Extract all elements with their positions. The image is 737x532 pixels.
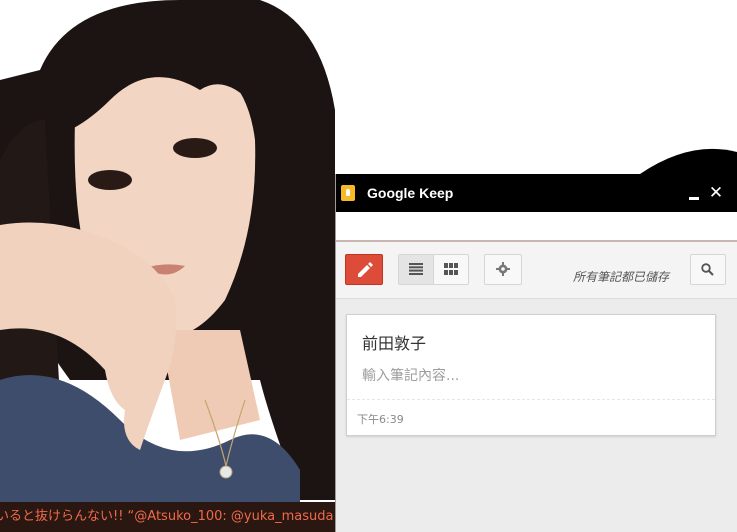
list-view-button[interactable] <box>399 255 434 284</box>
new-note-button[interactable] <box>345 254 383 285</box>
list-view-icon <box>409 263 423 275</box>
saved-status: 所有筆記都已儲存 <box>573 270 670 284</box>
header-strip <box>336 212 737 242</box>
toolbar: 所有筆記都已儲存 <box>336 242 737 299</box>
close-icon: ✕ <box>708 183 724 202</box>
grid-view-icon <box>444 263 458 275</box>
search-button[interactable] <box>690 254 726 285</box>
gear-icon <box>496 262 510 276</box>
keep-bulb-icon <box>341 185 355 201</box>
note-divider <box>347 399 715 400</box>
view-toggle <box>398 254 469 285</box>
titlebar[interactable]: Google Keep ✕ <box>336 174 737 212</box>
note-title[interactable]: 前田敦子 <box>362 330 426 354</box>
pencil-icon <box>358 262 373 277</box>
note-card[interactable]: 前田敦子 輸入筆記內容... 下午6:39 <box>346 314 716 436</box>
note-timestamp: 下午6:39 <box>357 413 404 426</box>
close-button[interactable]: ✕ <box>706 182 726 204</box>
search-icon <box>701 263 714 276</box>
keep-window: Google Keep ✕ 所有筆記都已儲存 前田敦子 輸入筆記內容... 下午… <box>335 174 737 532</box>
window-title: Google Keep <box>367 185 454 201</box>
minimize-icon <box>689 197 699 200</box>
grid-view-button[interactable] <box>434 255 468 284</box>
note-body-input[interactable]: 輸入筆記內容... <box>362 365 459 385</box>
ticker-text: いると抜けらんない!! “@Atsuko_100: @yuka_masuda 愛… <box>0 509 337 524</box>
minimize-button[interactable] <box>684 182 704 204</box>
tweet-ticker: いると抜けらんない!! “@Atsuko_100: @yuka_masuda 愛… <box>0 502 337 532</box>
settings-button[interactable] <box>484 254 522 285</box>
